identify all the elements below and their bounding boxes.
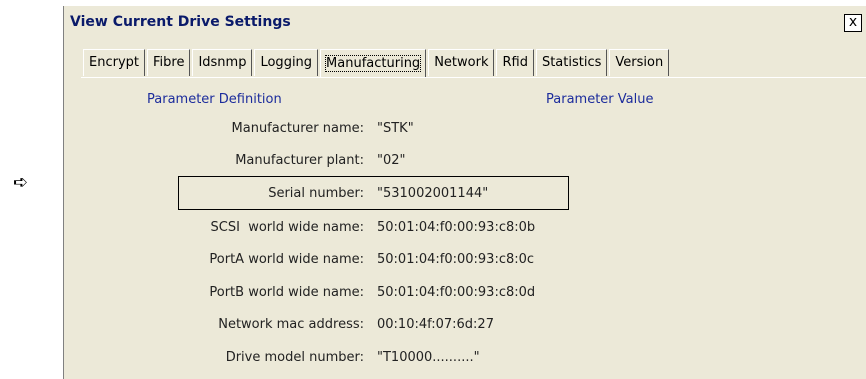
param-value: "STK" <box>377 121 414 136</box>
tab-statistics[interactable]: Statistics <box>535 49 608 76</box>
tab-panel-edge <box>81 77 866 78</box>
title-bar: View Current Drive Settings x <box>64 11 866 35</box>
tab-fibre[interactable]: Fibre <box>147 49 191 76</box>
tab-idsnmp[interactable]: Idsnmp <box>192 49 253 76</box>
param-value: 50:01:04:f0:00:93:c8:0c <box>377 252 535 267</box>
pointer-arrow-icon: ➪ <box>13 172 29 193</box>
param-label: Manufacturer plant: <box>235 153 364 168</box>
tab-strip: Encrypt Fibre Idsnmp Logging Manufacturi… <box>83 49 671 78</box>
param-label: Serial number: <box>268 186 364 201</box>
param-value: "02" <box>377 153 406 168</box>
param-value: 50:01:04:f0:00:93:c8:0d <box>377 285 536 300</box>
close-button[interactable]: x <box>844 14 862 32</box>
tab-rfid[interactable]: Rfid <box>496 49 534 76</box>
param-label: Manufacturer name: <box>231 121 364 136</box>
parameter-definition-header: Parameter Definition <box>147 92 282 107</box>
param-value: 50:01:04:f0:00:93:c8:0b <box>377 220 536 235</box>
window-title: View Current Drive Settings <box>70 14 291 30</box>
param-label: PortA world wide name: <box>209 252 364 267</box>
tab-logging[interactable]: Logging <box>254 49 319 76</box>
param-label: SCSI world wide name: <box>210 220 364 235</box>
drive-settings-window: View Current Drive Settings x Encrypt Fi… <box>63 6 866 379</box>
param-label: Network mac address: <box>218 317 364 332</box>
param-label: Drive model number: <box>225 350 364 365</box>
param-value: "531002001144" <box>377 186 489 201</box>
tab-encrypt[interactable]: Encrypt <box>83 49 145 76</box>
param-label: PortB world wide name: <box>209 285 364 300</box>
tab-network[interactable]: Network <box>428 49 495 76</box>
parameter-value-header: Parameter Value <box>546 92 654 107</box>
param-value: "T10000.........." <box>377 350 480 365</box>
tab-version[interactable]: Version <box>609 49 670 76</box>
tab-manufacturing[interactable]: Manufacturing <box>320 49 427 78</box>
param-value: 00:10:4f:07:6d:27 <box>377 317 494 332</box>
